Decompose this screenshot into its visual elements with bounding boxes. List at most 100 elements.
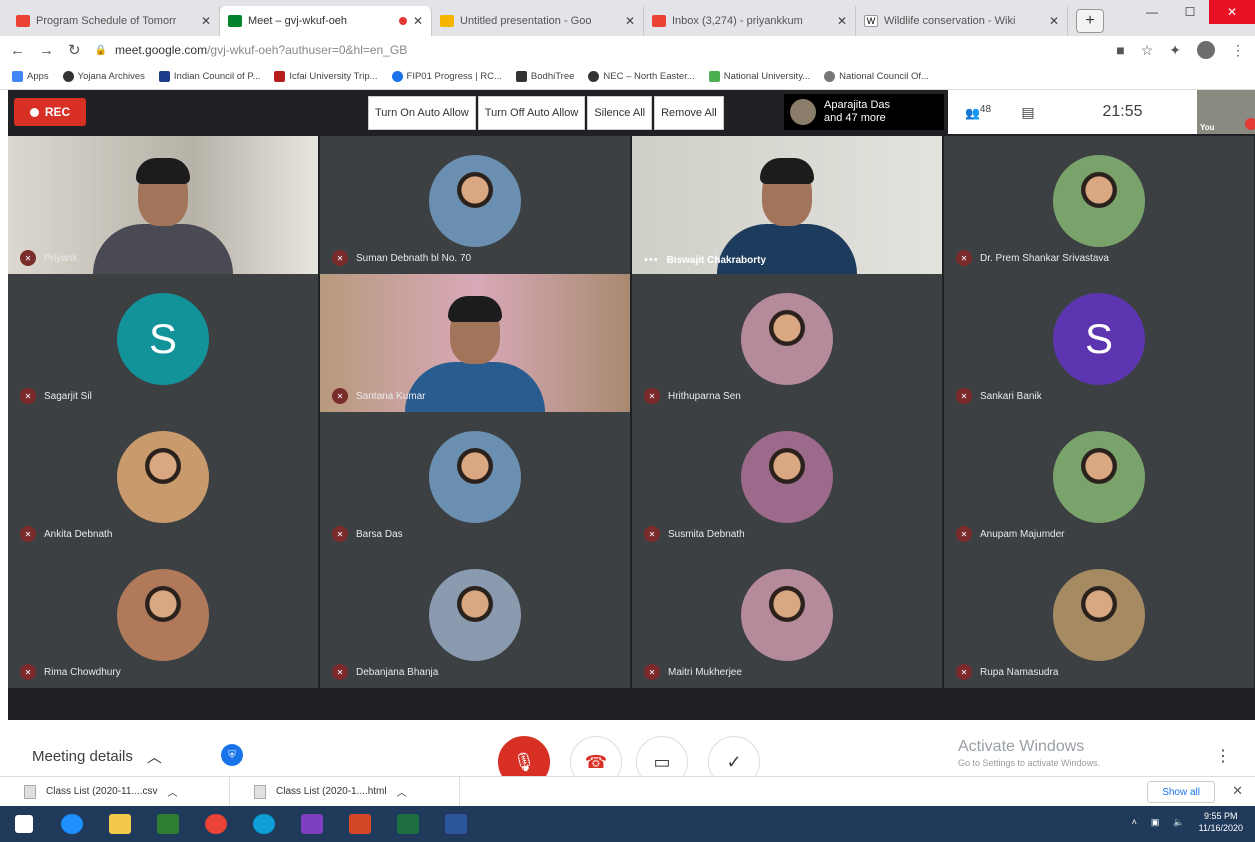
participant-tile[interactable]: ✕ Rupa Namasudra (944, 550, 1254, 688)
participant-tile[interactable]: ✕ Susmita Debnath (632, 412, 942, 550)
network-icon[interactable]: ▣ (1151, 817, 1160, 828)
participant-tile[interactable]: ••• Biswajit Chakraborty (632, 136, 942, 274)
browser-tab-bar: Program Schedule of Tomorr ✕ Meet – gvj-… (0, 0, 1255, 36)
mic-muted-icon: ✕ (644, 388, 660, 404)
chevron-up-icon[interactable]: ︿ (168, 784, 178, 799)
participant-tile[interactable]: ✕ Hrithuparna Sen (632, 274, 942, 412)
participant-tile[interactable]: ✕ Priyank (8, 136, 318, 274)
star-icon[interactable]: ☆ (1141, 42, 1154, 59)
close-icon[interactable]: ✕ (201, 14, 211, 28)
avatar (741, 568, 833, 661)
more-options-icon[interactable]: ⋮ (1215, 746, 1231, 766)
close-icon[interactable]: ✕ (837, 14, 847, 28)
window-close-icon[interactable]: ✕ (1209, 0, 1255, 24)
tab-title: Untitled presentation - Goo (460, 15, 592, 27)
profile-avatar[interactable] (1197, 41, 1215, 59)
participant-name-row: ✕ Santana Kumar (332, 388, 426, 404)
avatar (117, 430, 209, 523)
tab-inbox[interactable]: Inbox (3,274) - priyankkum ✕ (644, 6, 856, 36)
tray-chevron-icon[interactable]: ˄ (1132, 817, 1137, 827)
show-all-button[interactable]: Show all (1147, 781, 1215, 803)
participant-tile[interactable]: ✕ Barsa Das (320, 412, 630, 550)
mic-muted-icon: ✕ (956, 250, 972, 266)
mic-muted-icon: ✕ (956, 664, 972, 680)
url-input[interactable]: 🔒 meet.google.com/gvj-wkuf-oeh?authuser=… (95, 39, 1103, 61)
word-icon[interactable] (432, 806, 480, 842)
participant-tile[interactable]: ✕ Suman Debnath bl No. 70 (320, 136, 630, 274)
maximize-icon[interactable]: ☐ (1171, 0, 1209, 24)
windows-start-icon[interactable] (0, 806, 48, 842)
download-item[interactable]: Class List (2020-11....csv ︿ (0, 776, 230, 807)
meeting-details-label: Meeting details (32, 748, 133, 765)
tab-program-schedule[interactable]: Program Schedule of Tomorr ✕ (8, 6, 220, 36)
bookmark-item[interactable]: Icfai University Trip... (274, 71, 378, 82)
bookmark-item[interactable]: FIP01 Progress | RC... (391, 71, 502, 82)
bookmark-item[interactable]: Apps (12, 71, 49, 82)
participant-tile[interactable]: ✕ Anupam Majumder (944, 412, 1254, 550)
camera-permission-icon[interactable]: ■ (1116, 42, 1124, 58)
participant-tile[interactable]: ✕ Maitri Mukherjee (632, 550, 942, 688)
participant-tile[interactable]: ✕ Santana Kumar (320, 274, 630, 412)
forward-arrow-icon[interactable]: → (39, 42, 54, 59)
download-item[interactable]: Class List (2020-1....html ︿ (230, 776, 460, 807)
minimize-icon[interactable]: — (1133, 0, 1171, 24)
new-tab-button[interactable]: + (1076, 9, 1104, 33)
excel-icon[interactable] (384, 806, 432, 842)
participant-name-row: ✕ Ankita Debnath (20, 526, 112, 542)
meet-top-right: 👥48 ▤ 21:55 You (948, 90, 1255, 134)
file-explorer-icon[interactable] (96, 806, 144, 842)
close-icon[interactable]: ✕ (1232, 783, 1243, 799)
close-icon[interactable]: ✕ (1049, 14, 1059, 28)
bookmark-item[interactable]: BodhiTree (515, 71, 574, 82)
phone-hangup-icon: ☎ (584, 751, 608, 772)
activate-windows-watermark: Activate Windows Go to Settings to activ… (958, 738, 1100, 768)
turn-on-auto-allow-button[interactable]: Turn On Auto Allow (368, 96, 476, 130)
taskbar-date: 11/16/2020 (1198, 823, 1243, 833)
silence-all-button[interactable]: Silence All (587, 96, 653, 130)
edge-icon[interactable] (240, 806, 288, 842)
tab-title: Wildlife conservation - Wiki (884, 15, 1016, 27)
chevron-up-icon[interactable]: ︿ (397, 784, 407, 799)
bookmark-item[interactable]: National University... (708, 71, 810, 82)
meeting-details-button[interactable]: Meeting details ︿ (32, 746, 162, 767)
participant-tile[interactable]: S ✕ Sankari Banik (944, 274, 1254, 412)
chrome-icon[interactable] (192, 806, 240, 842)
tab-meet[interactable]: Meet – gvj-wkuf-oeh ✕ (220, 6, 432, 36)
back-arrow-icon[interactable]: ← (10, 42, 25, 59)
bookmark-item[interactable]: National Council Of... (824, 71, 929, 82)
remove-all-button[interactable]: Remove All (654, 96, 724, 130)
powerpoint-icon[interactable] (336, 806, 384, 842)
chat-icon[interactable]: ▤ (1008, 104, 1048, 121)
download-filename: Class List (2020-1....html (276, 786, 387, 797)
participant-tile[interactable]: ✕ Rima Chowdhury (8, 550, 318, 688)
tab-wikipedia[interactable]: W Wildlife conservation - Wiki ✕ (856, 6, 1068, 36)
extensions-icon[interactable]: ✦ (1169, 42, 1181, 59)
globe-icon (391, 71, 403, 82)
participant-tile[interactable]: ✕ Debanjana Bhanja (320, 550, 630, 688)
people-button[interactable]: 👥48 (948, 104, 1008, 120)
presenter-chip[interactable]: Aparajita Das and 47 more (784, 94, 944, 130)
bookmark-item[interactable]: Indian Council of P... (158, 71, 260, 82)
participant-name: Suman Debnath bl No. 70 (356, 252, 472, 264)
close-icon[interactable]: ✕ (413, 14, 423, 28)
shield-icon[interactable]: ⛨ (221, 744, 243, 766)
menu-kebab-icon[interactable]: ⋮ (1231, 42, 1245, 59)
turn-off-auto-allow-button[interactable]: Turn Off Auto Allow (477, 96, 586, 130)
tab-presentation[interactable]: Untitled presentation - Goo ✕ (432, 6, 644, 36)
recording-button[interactable]: REC (14, 98, 86, 126)
store-icon[interactable] (144, 806, 192, 842)
participant-tile[interactable]: S ✕ Sagarjit Sil (8, 274, 318, 412)
bookmark-item[interactable]: Yojana Archives (62, 71, 145, 82)
speaking-indicator-icon: ••• (644, 254, 659, 266)
participant-tile[interactable]: ✕ Dr. Prem Shankar Srivastava (944, 136, 1254, 274)
internet-explorer-icon[interactable] (48, 806, 96, 842)
participant-name-row: ✕ Rima Chowdhury (20, 664, 121, 680)
bookmark-item[interactable]: NEC – North Easter... (588, 71, 695, 82)
volume-icon[interactable]: 🔈 (1173, 817, 1184, 828)
taskbar-clock[interactable]: 9:55 PM 11/16/2020 (1199, 810, 1243, 834)
reload-icon[interactable]: ↻ (68, 41, 81, 59)
onenote-icon[interactable] (288, 806, 336, 842)
self-view-thumbnail[interactable]: You (1197, 90, 1255, 134)
participant-tile[interactable]: ✕ Ankita Debnath (8, 412, 318, 550)
close-icon[interactable]: ✕ (625, 14, 635, 28)
